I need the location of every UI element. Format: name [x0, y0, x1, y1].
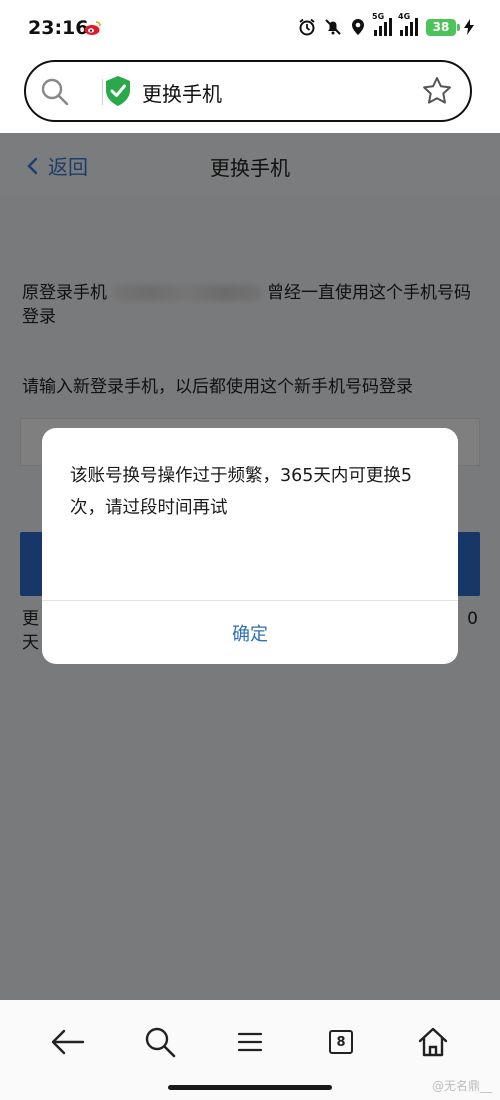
network-4g-label: 4G: [398, 12, 411, 21]
search-button[interactable]: [140, 1022, 180, 1062]
signal-icon: 4G: [398, 12, 418, 36]
browser-toolbar: 更换手机: [0, 58, 500, 133]
star-icon[interactable]: [422, 76, 452, 106]
location-icon: [352, 19, 364, 35]
status-icons: 5G 4G 38: [298, 12, 474, 36]
home-indicator[interactable]: [168, 1085, 332, 1090]
back-button-bottom[interactable]: [48, 1022, 88, 1062]
browser-bottom-bar: 8 @无名鼎__: [0, 1000, 500, 1100]
charging-icon: [464, 19, 474, 35]
back-arrow-icon: [51, 1029, 85, 1055]
confirm-button[interactable]: 确定: [42, 601, 458, 664]
signal-icon: 5G: [372, 12, 392, 36]
mute-icon: [325, 19, 341, 35]
alarm-icon: [299, 18, 315, 36]
search-icon: [145, 1027, 176, 1058]
menu-icon: [237, 1032, 263, 1052]
url-title[interactable]: 更换手机: [142, 78, 222, 107]
menu-button[interactable]: [230, 1022, 270, 1062]
search-icon[interactable]: [40, 77, 70, 107]
network-5g-label: 5G: [372, 12, 385, 21]
dialog-message: 该账号换号操作过于频繁，365天内可更换5次，请过段时间再试: [70, 466, 413, 518]
home-icon: [418, 1027, 448, 1057]
battery-icon: 38: [426, 18, 460, 36]
watermark: @无名鼎__: [431, 1079, 492, 1093]
status-bar: 23:16 5G 4G 38: [0, 0, 500, 58]
url-divider: [102, 79, 103, 105]
shield-check-icon: [106, 76, 130, 106]
url-bar[interactable]: 更换手机: [24, 60, 472, 122]
tabs-icon: 8: [329, 1030, 353, 1054]
alert-dialog: 该账号换号操作过于频繁，365天内可更换5次，请过段时间再试 确定: [42, 428, 458, 664]
home-button[interactable]: [413, 1022, 453, 1062]
weibo-icon: [84, 21, 101, 35]
tabs-button[interactable]: 8: [321, 1022, 361, 1062]
status-time: 23:16: [28, 17, 89, 39]
